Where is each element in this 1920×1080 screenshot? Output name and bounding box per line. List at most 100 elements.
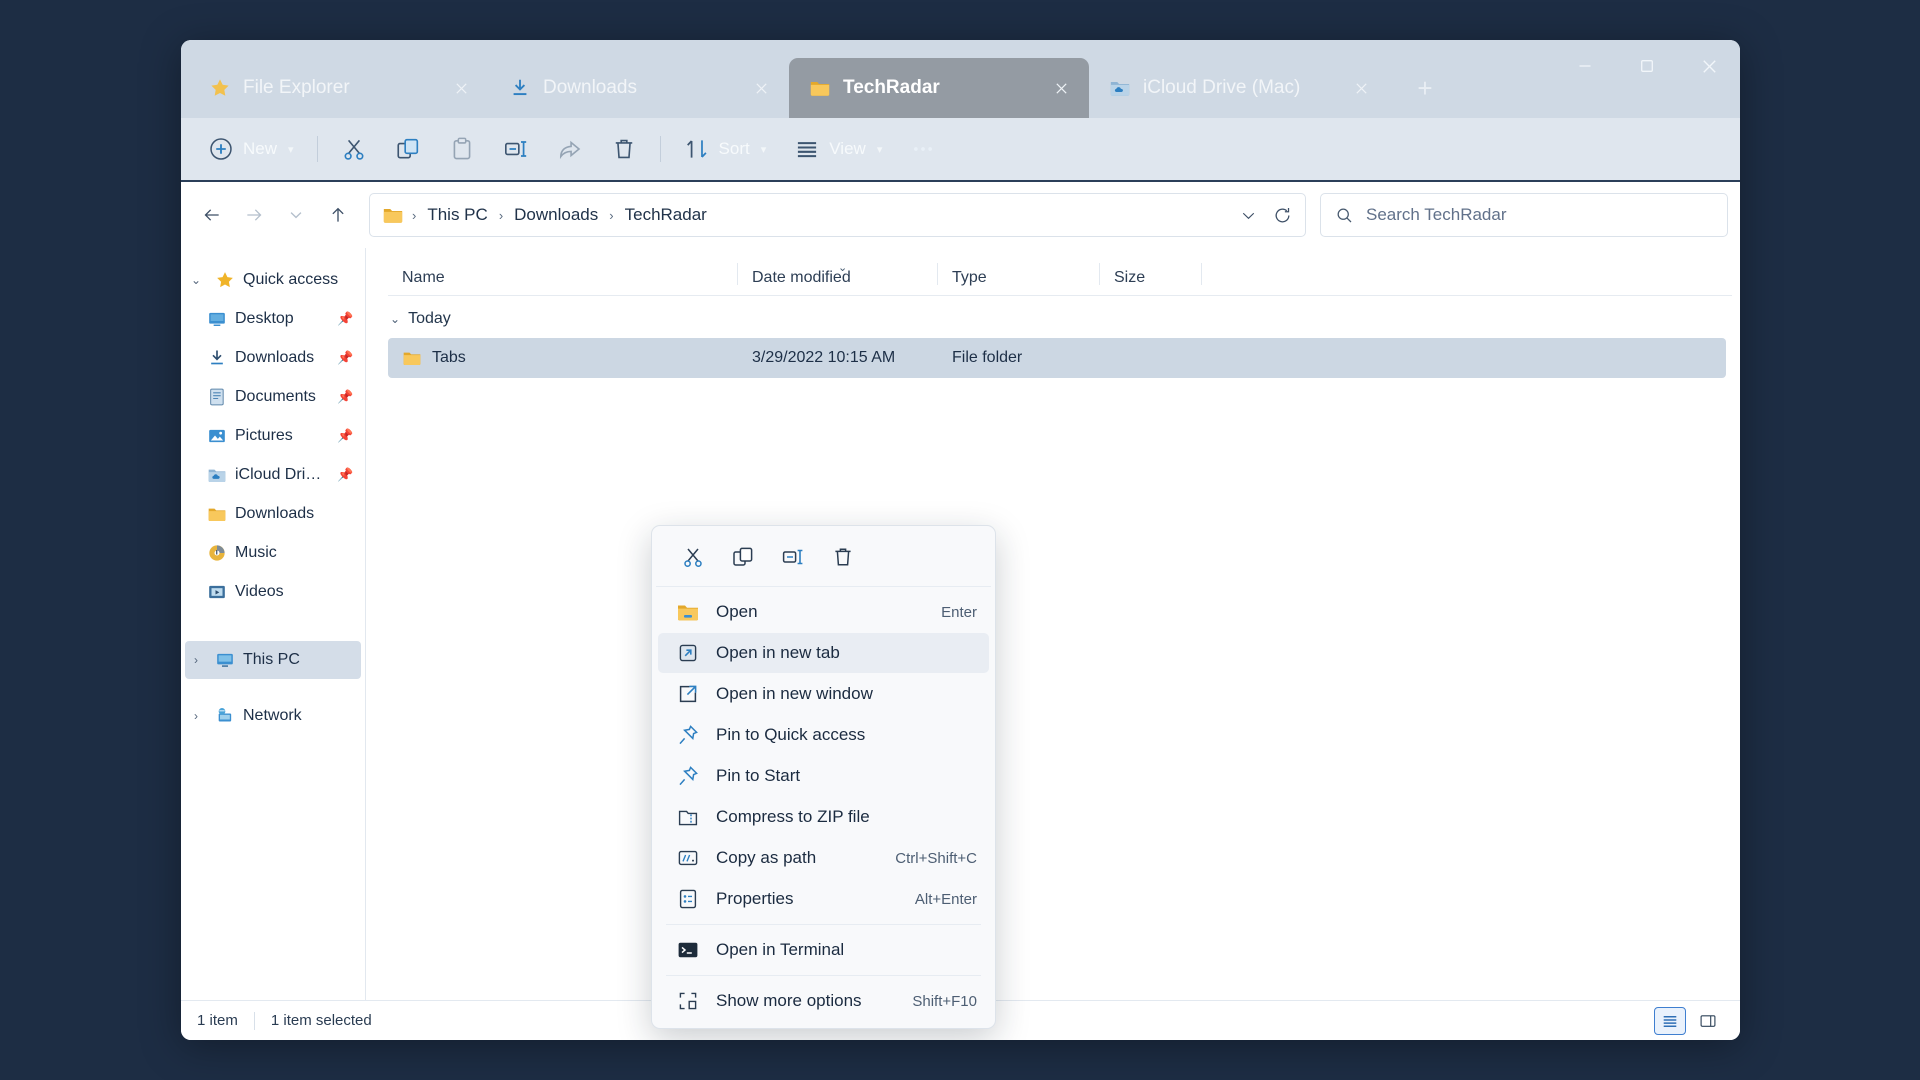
- column-header-size[interactable]: Size: [1100, 263, 1202, 287]
- address-bar[interactable]: › This PC › Downloads › TechRadar: [369, 193, 1306, 237]
- chevron-down-icon[interactable]: ⌄: [390, 312, 400, 326]
- table-row[interactable]: Tabs 3/29/2022 10:15 AM File folder: [388, 338, 1726, 378]
- context-menu-item-open-in-terminal[interactable]: Open in Terminal: [658, 930, 989, 970]
- breadcrumb-downloads[interactable]: Downloads: [507, 201, 605, 229]
- sidebar-item-downloads[interactable]: Downloads 📌: [185, 339, 361, 377]
- group-header-today[interactable]: ⌄ Today: [366, 302, 1740, 336]
- paste-button[interactable]: [436, 127, 488, 171]
- recent-locations-button[interactable]: [277, 196, 315, 234]
- copy-button[interactable]: [382, 127, 434, 171]
- back-button[interactable]: [193, 196, 231, 234]
- tab-close-button[interactable]: [747, 74, 775, 102]
- sidebar-item-music[interactable]: Music: [185, 534, 361, 572]
- sidebar-item-quick-access[interactable]: ⌄ Quick access: [185, 261, 361, 299]
- tab-icloud-drive[interactable]: iCloud Drive (Mac): [1089, 58, 1389, 118]
- rename-icon: [782, 549, 803, 565]
- context-rename-button[interactable]: [770, 538, 816, 576]
- more-options-button[interactable]: [897, 127, 949, 171]
- sidebar-item-desktop[interactable]: Desktop 📌: [185, 300, 361, 338]
- paste-icon: [453, 137, 470, 160]
- sidebar-item-pictures[interactable]: Pictures 📌: [185, 417, 361, 455]
- breadcrumb-this-pc[interactable]: This PC: [420, 201, 494, 229]
- file-date: 3/29/2022 10:15 AM: [752, 349, 896, 366]
- context-item-label: Copy as path: [716, 848, 817, 867]
- pictures-icon: [209, 429, 225, 443]
- search-box[interactable]: [1320, 193, 1728, 237]
- context-cut-button[interactable]: [670, 538, 716, 576]
- tab-label: iCloud Drive (Mac): [1143, 77, 1301, 98]
- context-menu-item-open-in-new-window[interactable]: Open in new window: [658, 674, 989, 714]
- search-input[interactable]: [1366, 205, 1713, 225]
- context-copy-button[interactable]: [720, 538, 766, 576]
- share-button[interactable]: [544, 127, 596, 171]
- file-type-cell: File folder: [952, 349, 1114, 367]
- tab-close-button[interactable]: [447, 74, 475, 102]
- previous-locations-button[interactable]: [1231, 198, 1265, 232]
- sort-button-label: Sort: [718, 139, 750, 158]
- context-menu-quick-actions: [656, 532, 991, 587]
- context-item-label: Pin to Quick access: [716, 725, 866, 744]
- column-header-type[interactable]: Type: [938, 263, 1100, 287]
- up-button[interactable]: [319, 196, 357, 234]
- pin-icon: 📌: [337, 311, 354, 326]
- item-count: 1 item: [197, 1012, 238, 1029]
- sidebar-item-label: Pictures: [235, 427, 293, 444]
- sort-indicator-icon: ⌄: [838, 262, 848, 274]
- breadcrumb-techradar[interactable]: TechRadar: [618, 201, 714, 229]
- context-menu-item-pin-to-start[interactable]: Pin to Start: [658, 756, 989, 796]
- context-delete-button[interactable]: [820, 538, 866, 576]
- rename-button[interactable]: [490, 127, 542, 171]
- context-menu-item-compress-to-zip[interactable]: Compress to ZIP file: [658, 797, 989, 837]
- tab-techradar[interactable]: TechRadar: [789, 58, 1089, 118]
- close-button[interactable]: [1678, 40, 1740, 92]
- sidebar-item-icloud-drive[interactable]: iCloud Drive (M 📌: [185, 456, 361, 494]
- chevron-right-icon[interactable]: ›: [185, 709, 207, 723]
- context-menu-item-properties[interactable]: Properties Alt+Enter: [658, 879, 989, 919]
- sidebar-item-label: Downloads: [235, 349, 315, 366]
- column-header-name[interactable]: Name: [388, 263, 738, 287]
- sort-button[interactable]: Sort ▾: [671, 127, 780, 171]
- navigation-pane: ⌄ Quick access Desktop 📌 Downloads 📌 Doc…: [181, 248, 366, 1000]
- delete-button[interactable]: [598, 127, 650, 171]
- pin-icon: [679, 725, 698, 745]
- context-item-label: Pin to Start: [716, 766, 801, 785]
- minimize-button[interactable]: [1554, 40, 1616, 92]
- column-header-date-modified[interactable]: ⌄ Date modified: [738, 262, 938, 287]
- sidebar-item-label: Music: [235, 544, 277, 561]
- context-item-label: Open in new tab: [716, 643, 840, 662]
- tab-label: TechRadar: [843, 77, 940, 98]
- open-new-tab-icon: [679, 644, 697, 662]
- cut-button[interactable]: [328, 127, 380, 171]
- context-menu-item-copy-as-path[interactable]: Copy as path Ctrl+Shift+C: [658, 838, 989, 878]
- context-item-label: Properties: [716, 889, 794, 908]
- tab-label: Downloads: [543, 77, 637, 98]
- tab-downloads[interactable]: Downloads: [489, 58, 789, 118]
- forward-button[interactable]: [235, 196, 273, 234]
- chevron-down-icon[interactable]: ⌄: [185, 273, 207, 287]
- details-view-toggle[interactable]: [1654, 1006, 1686, 1035]
- maximize-button[interactable]: [1616, 40, 1678, 92]
- refresh-button[interactable]: [1265, 198, 1299, 232]
- preview-pane-toggle[interactable]: [1692, 1007, 1724, 1035]
- new-tab-button[interactable]: +: [1403, 66, 1447, 110]
- tab-file-explorer[interactable]: File Explorer: [189, 58, 489, 118]
- sidebar-item-this-pc[interactable]: › This PC: [185, 641, 361, 679]
- context-menu-item-open[interactable]: Open Enter: [658, 592, 989, 632]
- tab-close-button[interactable]: [1347, 74, 1375, 102]
- context-menu-item-pin-to-quick-access[interactable]: Pin to Quick access: [658, 715, 989, 755]
- context-menu-item-open-in-new-tab[interactable]: Open in new tab: [658, 633, 989, 673]
- context-menu-item-show-more-options[interactable]: Show more options Shift+F10: [658, 981, 989, 1021]
- sidebar-item-downloads-folder[interactable]: Downloads: [185, 495, 361, 533]
- sidebar-item-network[interactable]: › Network: [185, 697, 361, 735]
- context-item-shortcut: Ctrl+Shift+C: [895, 849, 977, 867]
- chevron-down-icon: ▾: [760, 143, 767, 156]
- download-icon: [211, 350, 223, 365]
- chevron-right-icon[interactable]: ›: [185, 653, 207, 667]
- tab-close-button[interactable]: [1047, 74, 1075, 102]
- view-button[interactable]: View ▾: [781, 127, 895, 171]
- new-button[interactable]: New ▾: [195, 127, 307, 171]
- sidebar-item-documents[interactable]: Documents 📌: [185, 378, 361, 416]
- sidebar-item-videos[interactable]: Videos: [185, 573, 361, 611]
- breadcrumb-separator: ›: [609, 207, 614, 223]
- context-item-shortcut: Shift+F10: [912, 992, 977, 1010]
